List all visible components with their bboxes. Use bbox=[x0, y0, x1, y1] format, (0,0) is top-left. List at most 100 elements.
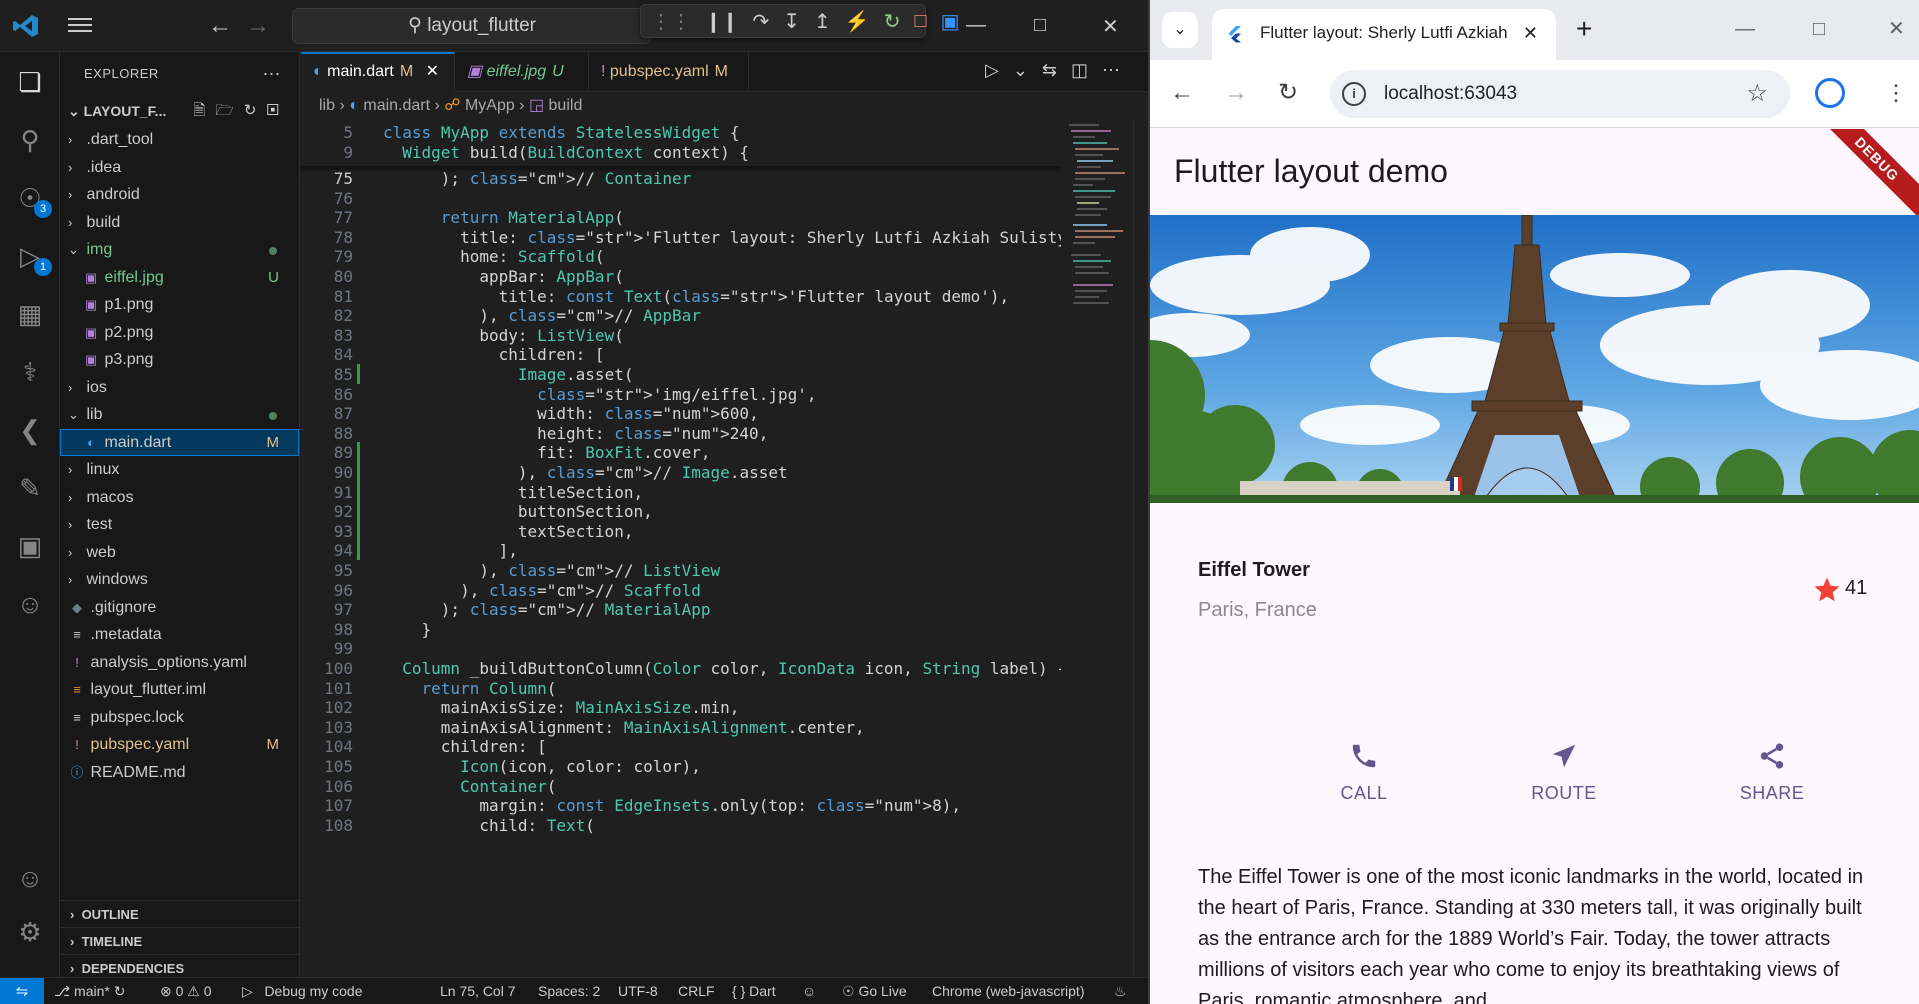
minimize-icon[interactable]: — bbox=[966, 14, 986, 37]
profile-avatar-icon[interactable] bbox=[1815, 78, 1845, 108]
url-text[interactable]: localhost:63043 bbox=[1384, 82, 1517, 106]
close-icon[interactable]: ✕ bbox=[1888, 16, 1905, 42]
tab-search-chevron-icon[interactable]: ⌄ bbox=[1162, 12, 1198, 48]
flutter-icon[interactable]: ❮ bbox=[12, 412, 48, 448]
language-status[interactable]: { } Dart bbox=[732, 978, 776, 1004]
tab-eiffel-jpg[interactable]: ▣ eiffel.jpg U bbox=[455, 52, 589, 92]
maximize-icon[interactable]: □ bbox=[1034, 14, 1046, 37]
tree-item-pubspec-yaml[interactable]: ! pubspec.yaml M bbox=[60, 731, 299, 759]
close-tab-icon[interactable]: ✕ bbox=[1523, 21, 1538, 45]
remote-indicator-icon[interactable]: ⇋ bbox=[0, 978, 44, 1004]
code-editor[interactable]: 5 class MyApp extends StatelessWidget {9 … bbox=[301, 120, 1061, 977]
tree-item-p1-png[interactable]: ▣ p1.png bbox=[60, 291, 299, 319]
sticky-scroll[interactable]: 5 class MyApp extends StatelessWidget {9 … bbox=[301, 120, 1061, 166]
pen-icon[interactable]: ✎ bbox=[12, 470, 48, 506]
minimize-icon[interactable]: — bbox=[1735, 16, 1755, 42]
forward-arrow-icon[interactable]: → bbox=[246, 12, 270, 40]
pause-icon[interactable]: ❙❙ bbox=[705, 9, 739, 34]
back-arrow-icon[interactable]: ← bbox=[208, 12, 232, 40]
source-control-icon[interactable]: ☉ 3 bbox=[12, 180, 52, 218]
tab-pubspec-yaml[interactable]: ! pubspec.yaml M bbox=[589, 52, 749, 92]
debug-status[interactable]: ▷ Debug my code bbox=[242, 978, 363, 1004]
maximize-icon[interactable]: □ bbox=[1813, 16, 1825, 42]
eol-status[interactable]: CRLF bbox=[678, 978, 715, 1004]
tab-main-dart[interactable]: ◐ main.dart M ✕ bbox=[301, 52, 455, 92]
outline-section[interactable]: › OUTLINE bbox=[60, 900, 300, 927]
indentation-status[interactable]: Spaces: 2 bbox=[538, 978, 600, 1004]
tree-item-readme-md[interactable]: ⓘ README.md bbox=[60, 759, 299, 787]
tree-item-gitignore[interactable]: ◆ .gitignore bbox=[60, 594, 299, 622]
share-button[interactable]: SHARE bbox=[1712, 741, 1832, 804]
more-actions-icon[interactable]: ⋯ bbox=[263, 52, 282, 96]
minimap[interactable] bbox=[1061, 120, 1133, 420]
remote-explorer-icon[interactable]: ▣ bbox=[12, 528, 48, 564]
account-icon[interactable]: ☺ bbox=[12, 860, 48, 896]
branch-status[interactable]: ⎇ main* ↻ bbox=[54, 978, 125, 1004]
timeline-section[interactable]: › TIMELINE bbox=[60, 927, 300, 954]
tree-item-p3-png[interactable]: ▣ p3.png bbox=[60, 346, 299, 374]
breadcrumb-file[interactable]: main.dart bbox=[363, 97, 430, 114]
problems-status[interactable]: ⊗ 0 ⚠ 0 bbox=[160, 978, 212, 1004]
search-icon[interactable]: ⚲ bbox=[12, 122, 48, 158]
route-button[interactable]: ROUTE bbox=[1504, 741, 1624, 804]
call-button[interactable]: CALL bbox=[1304, 741, 1424, 804]
inspect-icon[interactable]: ▣ bbox=[941, 9, 960, 34]
explorer-tools[interactable]: 🗎🗁↻▣ bbox=[193, 96, 289, 126]
explorer-icon[interactable]: ❏ bbox=[12, 64, 48, 100]
tree-item-linux[interactable]: › linux bbox=[60, 456, 299, 484]
code-line[interactable]: 9 Widget build(BuildContext context) { bbox=[301, 142, 1061, 164]
back-arrow-icon[interactable]: ← bbox=[1170, 78, 1194, 108]
hot-reload-icon[interactable]: ⚡ bbox=[845, 9, 870, 34]
tree-item-metadata[interactable]: ≡ .metadata bbox=[60, 621, 299, 649]
tree-item-web[interactable]: › web bbox=[60, 539, 299, 567]
workspace-root[interactable]: ⌄ LAYOUT_F... 🗎🗁↻▣ bbox=[60, 96, 299, 126]
editor-scrollbar[interactable] bbox=[1133, 120, 1147, 977]
address-bar[interactable]: i localhost:63043 ☆ bbox=[1330, 70, 1790, 118]
bookmark-star-icon[interactable]: ☆ bbox=[1746, 80, 1768, 108]
tree-item-android[interactable]: › android bbox=[60, 181, 299, 209]
tree-item-windows[interactable]: › windows bbox=[60, 566, 299, 594]
run-debug-icon[interactable]: ▷ 1 bbox=[12, 238, 52, 276]
settings-gear-icon[interactable]: ⚙ bbox=[12, 914, 48, 950]
tree-item-lib[interactable]: ⌄ lib bbox=[60, 401, 299, 429]
device-status[interactable]: Chrome (web-javascript) bbox=[932, 978, 1084, 1004]
browser-tab[interactable]: Flutter layout: Sherly Lutfi Azkiah ✕ bbox=[1212, 9, 1556, 60]
tree-item-dart-tool[interactable]: › .dart_tool bbox=[60, 126, 299, 154]
stop-icon[interactable]: □ bbox=[914, 10, 926, 33]
new-tab-icon[interactable]: + bbox=[1576, 14, 1592, 44]
encoding-status[interactable]: UTF-8 bbox=[618, 978, 658, 1004]
tree-item-layout-flutter-iml[interactable]: ≡ layout_flutter.iml bbox=[60, 676, 299, 704]
tree-item-img[interactable]: ⌄ img bbox=[60, 236, 299, 264]
menu-icon[interactable] bbox=[66, 14, 94, 38]
reload-icon[interactable]: ↻ bbox=[1278, 78, 1298, 108]
copilot-icon[interactable]: ☺ bbox=[12, 586, 48, 622]
site-info-icon[interactable]: i bbox=[1342, 82, 1366, 106]
breadcrumb-lib[interactable]: lib bbox=[319, 97, 335, 114]
extensions-icon[interactable]: ▦ bbox=[12, 296, 48, 332]
step-into-icon[interactable]: ↧ bbox=[783, 9, 800, 34]
code-line[interactable]: 108 child: Text( bbox=[301, 815, 1061, 837]
tree-item-p2-png[interactable]: ▣ p2.png bbox=[60, 319, 299, 347]
editor-actions[interactable]: ▷⌄⇆◫⋯ bbox=[985, 60, 1134, 81]
tree-item-idea[interactable]: › .idea bbox=[60, 154, 299, 182]
tree-item-eiffel-jpg[interactable]: ▣ eiffel.jpg U bbox=[60, 264, 299, 292]
golive-status[interactable]: ☉ Go Live bbox=[842, 978, 907, 1004]
command-center-search[interactable]: ⚲ layout_flutter bbox=[292, 8, 652, 44]
breadcrumb-class[interactable]: MyApp bbox=[465, 97, 515, 114]
step-over-icon[interactable]: ↷ bbox=[753, 9, 770, 34]
close-icon[interactable]: ✕ bbox=[1102, 14, 1119, 39]
tree-item-pubspec-lock[interactable]: ≡ pubspec.lock bbox=[60, 704, 299, 732]
tree-item-ios[interactable]: › ios bbox=[60, 374, 299, 402]
testing-icon[interactable]: ⚕ bbox=[12, 354, 48, 390]
tree-item-main-dart[interactable]: ◐ main.dart M bbox=[60, 428, 299, 456]
notifications-bell-icon[interactable]: ♨ bbox=[1114, 978, 1127, 1004]
close-tab-icon[interactable]: ✕ bbox=[426, 63, 439, 80]
tree-item-analysis-options-yaml[interactable]: ! analysis_options.yaml bbox=[60, 649, 299, 677]
breadcrumb-method[interactable]: build bbox=[549, 97, 583, 114]
drag-handle-icon[interactable]: ⋮⋮ bbox=[651, 9, 691, 34]
star-icon[interactable] bbox=[1812, 575, 1842, 605]
tree-item-build[interactable]: › build bbox=[60, 209, 299, 237]
forward-arrow-icon[interactable]: → bbox=[1224, 78, 1248, 108]
step-out-icon[interactable]: ↥ bbox=[814, 9, 831, 34]
cursor-position-status[interactable]: Ln 75, Col 7 bbox=[440, 978, 516, 1004]
